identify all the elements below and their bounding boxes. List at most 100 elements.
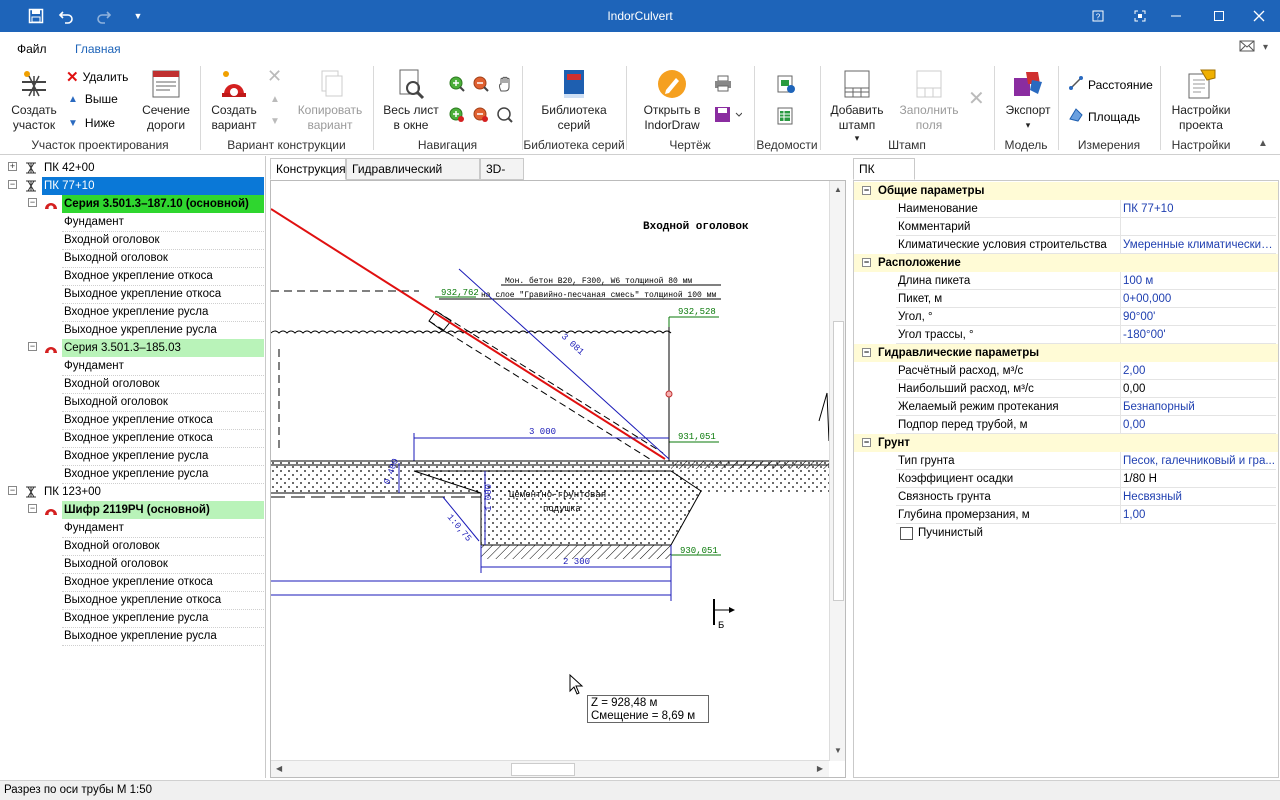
scroll-up-icon[interactable]: ▲	[834, 185, 842, 194]
property-row[interactable]: Тип грунта Песок, галечниковый и гра...	[854, 452, 1278, 470]
tab-properties[interactable]: ПК 77+10	[853, 158, 915, 196]
property-row[interactable]: Глубина промерзания, м 1,00	[854, 506, 1278, 524]
scroll-down-icon[interactable]: ▼	[834, 746, 842, 755]
property-row[interactable]: Длина пикета 100 м	[854, 272, 1278, 290]
collapse-icon[interactable]: −	[28, 504, 37, 513]
property-value[interactable]: 90°00'	[1120, 308, 1276, 326]
property-value[interactable]: Несвязный	[1120, 488, 1276, 506]
ribbon-options-icon[interactable]: ▾	[1263, 42, 1268, 53]
delete-variant-icon[interactable]: ✕	[267, 66, 282, 87]
collapse-icon[interactable]: −	[28, 342, 37, 351]
save-drawing-icon[interactable]	[714, 106, 743, 127]
variant-down-icon[interactable]: ▼	[270, 116, 280, 127]
property-group[interactable]: − Расположение	[854, 254, 1278, 272]
property-row[interactable]: Комментарий	[854, 218, 1278, 236]
delete-stamp-icon[interactable]: ✕	[968, 86, 985, 111]
tree-item-element[interactable]: Входное укрепление русла	[0, 447, 264, 466]
zoom-out-icon[interactable]	[472, 75, 490, 96]
property-group[interactable]: − Грунт	[854, 434, 1278, 452]
property-value[interactable]: 1,00	[1120, 506, 1276, 524]
property-value[interactable]: 100 м	[1120, 272, 1276, 290]
maximize-icon[interactable]	[1209, 6, 1229, 26]
tree-item-element[interactable]: Выходной оголовок	[0, 555, 264, 574]
tree-item-element[interactable]: Фундамент	[0, 519, 264, 538]
property-row[interactable]: Подпор перед трубой, м 0,00	[854, 416, 1278, 434]
pan-hand-icon[interactable]	[496, 75, 514, 96]
zoom-in-icon[interactable]	[448, 75, 466, 96]
property-group[interactable]: − Гидравлические параметры	[854, 344, 1278, 362]
tab-construction[interactable]: Конструкция	[270, 158, 346, 180]
tree-item-element[interactable]: Входное укрепление откоса	[0, 411, 264, 430]
property-value[interactable]: 0+00,000	[1120, 290, 1276, 308]
project-settings-button[interactable]: Настройки проекта	[1166, 68, 1236, 133]
tree-item-picket[interactable]: + ПК 42+00	[0, 159, 264, 177]
area-button[interactable]: Площадь	[1068, 107, 1140, 126]
tree-item-element[interactable]: Входное укрепление откоса	[0, 573, 264, 592]
tree-item-variant[interactable]: − Шифр 2119РЧ (основной)	[0, 501, 264, 519]
vertical-scroll-thumb[interactable]	[833, 321, 844, 601]
property-row[interactable]: Наименование ПК 77+10	[854, 200, 1278, 218]
tree-item-element[interactable]: Входное укрепление русла	[0, 465, 264, 484]
zoom-window-icon[interactable]	[448, 106, 466, 127]
statement-list-icon[interactable]	[776, 106, 796, 129]
property-row[interactable]: Связность грунта Несвязный	[854, 488, 1278, 506]
fullscreen-icon[interactable]	[1130, 6, 1150, 26]
tree-item-variant[interactable]: − Серия 3.501.3–187.10 (основной)	[0, 195, 264, 213]
collapse-icon[interactable]: −	[862, 258, 871, 267]
move-down-button[interactable]: ▼ Ниже	[68, 116, 115, 130]
tree-item-element[interactable]: Фундамент	[0, 357, 264, 376]
zoom-previous-icon[interactable]	[472, 106, 490, 127]
tree-item-element[interactable]: Выходной оголовок	[0, 249, 264, 268]
statement-icon[interactable]	[776, 74, 796, 97]
property-row[interactable]: Угол, ° 90°00'	[854, 308, 1278, 326]
collapse-ribbon-icon[interactable]: ▲	[1258, 138, 1268, 149]
print-icon[interactable]	[714, 74, 732, 95]
fill-fields-button[interactable]: Заполнить поля	[894, 68, 964, 133]
tree-item-element[interactable]: Входное укрепление откоса	[0, 267, 264, 286]
zoom-icon[interactable]	[496, 106, 514, 127]
move-up-button[interactable]: ▲ Выше	[68, 92, 118, 106]
menu-file[interactable]: Файл	[17, 42, 47, 56]
property-value[interactable]: 2,00	[1120, 362, 1276, 380]
collapse-icon[interactable]: −	[8, 180, 17, 189]
property-value[interactable]: 1/80 H	[1120, 470, 1276, 488]
scroll-left-icon[interactable]: ◀	[276, 764, 282, 773]
tree-item-element[interactable]: Входной оголовок	[0, 537, 264, 556]
create-variant-button[interactable]: Создать вариант	[206, 68, 262, 133]
tree-item-element[interactable]: Входное укрепление русла	[0, 303, 264, 322]
property-value[interactable]: Безнапорный	[1120, 398, 1276, 416]
variant-up-icon[interactable]: ▲	[270, 94, 280, 105]
property-row[interactable]: Климатические условия строительства Умере…	[854, 236, 1278, 254]
property-row[interactable]: Пикет, м 0+00,000	[854, 290, 1278, 308]
help-icon[interactable]: ?	[1088, 6, 1108, 26]
horizontal-scroll-thumb[interactable]	[511, 763, 575, 776]
tree-item-element[interactable]: Выходное укрепление русла	[0, 627, 264, 646]
expand-icon[interactable]: +	[8, 162, 17, 171]
tree-item-element[interactable]: Входное укрепление русла	[0, 609, 264, 628]
series-library-button[interactable]: Библиотека серий	[534, 68, 614, 133]
drawing-canvas[interactable]: Входной оголовок Мон. бетон B20, F300, W…	[270, 180, 846, 778]
tree-item-element[interactable]: Входное укрепление откоса	[0, 429, 264, 448]
open-indordraw-button[interactable]: Открыть в IndorDraw	[636, 68, 708, 133]
tree-item-element[interactable]: Выходное укрепление откоса	[0, 591, 264, 610]
add-stamp-button[interactable]: Добавить штамп ▾	[826, 68, 888, 146]
property-value[interactable]	[1120, 218, 1276, 236]
tree-item-element[interactable]: Выходное укрепление русла	[0, 321, 264, 340]
property-row[interactable]: Угол трассы, ° -180°00'	[854, 326, 1278, 344]
tree-item-variant[interactable]: − Серия 3.501.3–185.03	[0, 339, 264, 357]
delete-button[interactable]: ✕ Удалить	[66, 68, 128, 86]
property-row[interactable]: Коэффициент осадки 1/80 H	[854, 470, 1278, 488]
property-row[interactable]: Пучинистый	[854, 524, 1278, 542]
tab-3d[interactable]: 3D-вид	[480, 158, 524, 196]
tree-item-element[interactable]: Входной оголовок	[0, 231, 264, 250]
collapse-icon[interactable]: −	[862, 186, 871, 195]
distance-button[interactable]: Расстояние	[1068, 75, 1153, 94]
road-section-button[interactable]: Сечение дороги	[138, 68, 194, 133]
copy-variant-button[interactable]: Копировать вариант	[290, 68, 370, 133]
tree-item-picket[interactable]: − ПК 123+00	[0, 483, 264, 501]
minimize-icon[interactable]	[1166, 6, 1186, 26]
property-value[interactable]: Умеренные климатические ...	[1120, 236, 1276, 254]
tree-item-element[interactable]: Фундамент	[0, 213, 264, 232]
tree-item-element[interactable]: Выходное укрепление откоса	[0, 285, 264, 304]
collapse-icon[interactable]: −	[862, 348, 871, 357]
